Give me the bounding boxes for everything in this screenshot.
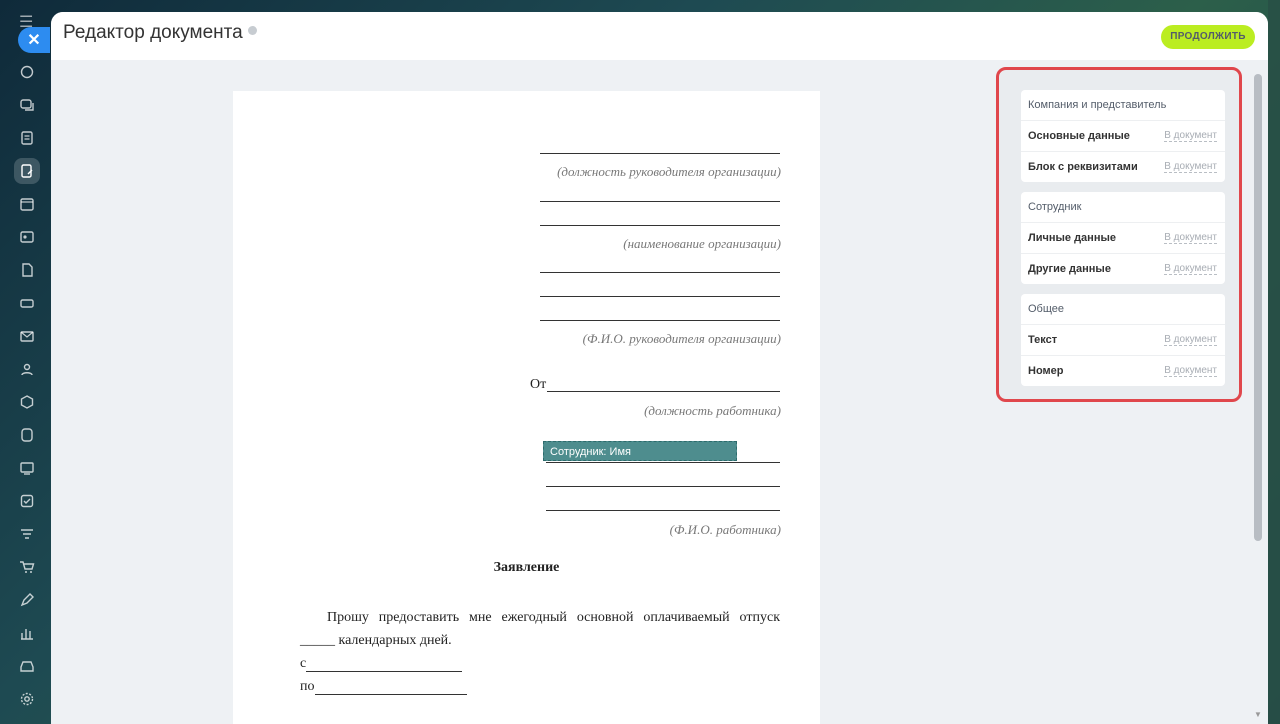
field-label: Номер [1028, 365, 1064, 377]
blank-line [546, 486, 780, 487]
group-title: Сотрудник [1021, 192, 1225, 223]
close-icon: ✕ [27, 32, 41, 49]
document-page[interactable]: (должность руководителя организации) (на… [233, 91, 820, 724]
page-title: Редактор документа [63, 22, 257, 44]
help-icon[interactable] [247, 26, 257, 36]
field-row: Другие данные В документ [1021, 254, 1225, 284]
caption-organization-name: (наименование организации) [623, 236, 781, 251]
document-heading: Заявление [493, 560, 560, 575]
insert-into-document-link[interactable]: В документ [1164, 232, 1217, 244]
field-label: Текст [1028, 334, 1058, 346]
caption-employee-position: (должность работника) [644, 403, 781, 418]
file-icon[interactable] [14, 257, 40, 283]
chat-icon[interactable] [14, 92, 40, 118]
continue-button[interactable]: ПРОДОЛЖИТЬ [1161, 25, 1255, 49]
blank-line [540, 272, 780, 273]
panel-header: Редактор документа ПРОДОЛЖИТЬ [51, 12, 1268, 60]
close-slider-button[interactable]: ✕ [18, 27, 50, 53]
date-to-line: по [300, 679, 467, 695]
blank-line [546, 462, 780, 463]
filter-icon[interactable] [14, 521, 40, 547]
analytics-icon[interactable] [14, 455, 40, 481]
group-title: Компания и представитель [1021, 90, 1225, 121]
blank-line [540, 296, 780, 297]
compass-icon[interactable] [14, 59, 40, 85]
storage-icon[interactable] [14, 290, 40, 316]
field-group-general: Общее Текст В документ Номер В документ [1021, 294, 1225, 386]
field-label: Личные данные [1028, 232, 1116, 244]
inbox-icon[interactable] [14, 653, 40, 679]
document-paragraph: Прошу предоставить мне ежегодный основно… [300, 610, 780, 648]
group-icon[interactable] [14, 356, 40, 382]
sign-icon[interactable] [14, 587, 40, 613]
checklist-icon[interactable] [14, 488, 40, 514]
blank-line [540, 320, 780, 321]
blank-line [547, 391, 780, 392]
app-sidebar: ☰ [0, 0, 52, 724]
group-title: Общее [1021, 294, 1225, 325]
sites-icon[interactable] [14, 422, 40, 448]
blank-line [540, 225, 780, 226]
caption-manager-name: (Ф.И.О. руководителя организации) [582, 331, 781, 346]
blank-line [546, 510, 780, 511]
field-row: Основные данные В документ [1021, 121, 1225, 152]
field-group-company: Компания и представитель Основные данные… [1021, 90, 1225, 182]
documents-icon[interactable] [14, 158, 40, 184]
blank-line [540, 153, 780, 154]
field-label: Другие данные [1028, 263, 1111, 275]
field-row: Номер В документ [1021, 356, 1225, 386]
settings-icon[interactable] [14, 686, 40, 712]
fields-panel: Компания и представитель Основные данные… [996, 67, 1242, 402]
mail-icon[interactable] [14, 323, 40, 349]
field-group-employee: Сотрудник Личные данные В документ Други… [1021, 192, 1225, 284]
contacts-icon[interactable] [14, 224, 40, 250]
crm-icon[interactable] [14, 389, 40, 415]
background-strip [1268, 0, 1280, 724]
field-row: Блок с реквизитами В документ [1021, 152, 1225, 182]
cart-icon[interactable] [14, 554, 40, 580]
field-label: Основные данные [1028, 130, 1130, 142]
insert-into-document-link[interactable]: В документ [1164, 365, 1217, 377]
employee-name-field[interactable]: Сотрудник: Имя [543, 441, 737, 461]
calendar-icon[interactable] [14, 191, 40, 217]
insert-into-document-link[interactable]: В документ [1164, 263, 1217, 275]
caption-employee-name: (Ф.И.О. работника) [669, 522, 781, 537]
field-row: Личные данные В документ [1021, 223, 1225, 254]
bar-chart-icon[interactable] [14, 620, 40, 646]
field-label: Блок с реквизитами [1028, 161, 1138, 173]
date-from-line: с [300, 656, 463, 672]
field-row: Текст В документ [1021, 325, 1225, 356]
insert-into-document-link[interactable]: В документ [1164, 161, 1217, 173]
insert-into-document-link[interactable]: В документ [1164, 130, 1217, 142]
scroll-down-icon[interactable]: ▼ [1254, 710, 1262, 719]
from-label: От [530, 377, 547, 392]
insert-into-document-link[interactable]: В документ [1164, 334, 1217, 346]
tasks-icon[interactable] [14, 125, 40, 151]
blank-line [540, 201, 780, 202]
document-editor-panel: Редактор документа ПРОДОЛЖИТЬ (должность… [51, 12, 1268, 724]
caption-manager-position: (должность руководителя организации) [557, 164, 781, 179]
scrollbar[interactable] [1254, 74, 1262, 541]
